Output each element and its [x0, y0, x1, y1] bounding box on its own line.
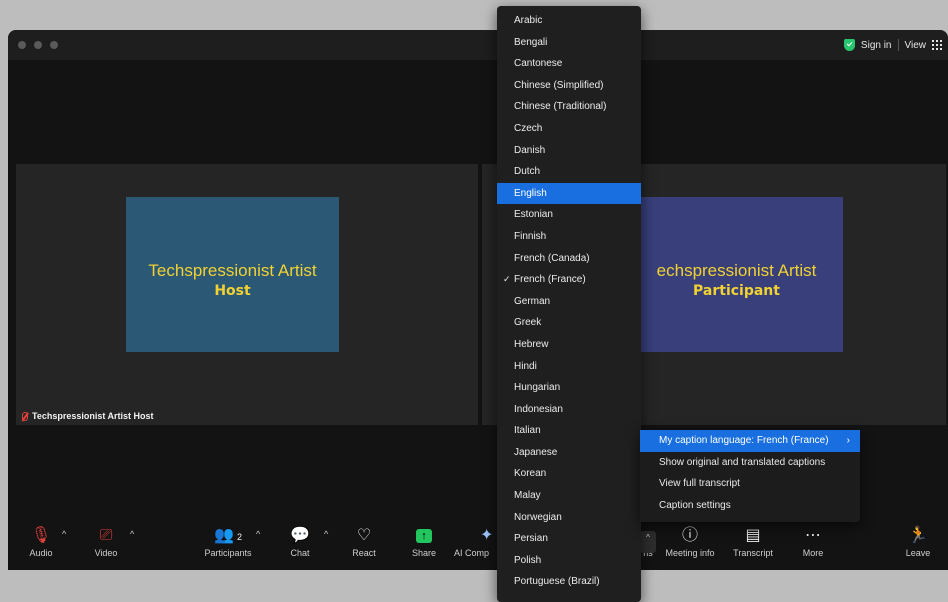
participants-button[interactable]: 👥 2 Participants	[198, 524, 258, 558]
participant-name: Techspressionist Artist Host	[32, 411, 154, 421]
language-option-estonian[interactable]: Estonian	[497, 204, 641, 226]
language-option-italian[interactable]: Italian	[497, 420, 641, 442]
more-button[interactable]: ⋯ More	[783, 524, 843, 558]
close-window-button[interactable]	[18, 41, 26, 49]
captions-menu: My caption language: French (France) › S…	[640, 430, 860, 522]
participants-count: 2	[236, 532, 242, 542]
mic-muted-icon	[22, 411, 28, 421]
grid-icon[interactable]	[932, 40, 942, 50]
language-option-chinese-simplified[interactable]: Chinese (Simplified)	[497, 75, 641, 97]
zoom-window-button[interactable]	[50, 41, 58, 49]
video-button[interactable]: ⎚ Video	[76, 524, 136, 558]
language-option-greek[interactable]: Greek	[497, 312, 641, 334]
language-option-dutch[interactable]: Dutch	[497, 161, 641, 183]
people-icon: 👥 2	[214, 527, 242, 544]
video-options-chevron-icon[interactable]: ^	[130, 529, 134, 539]
more-dots-icon: ⋯	[805, 527, 821, 544]
language-option-german[interactable]: German	[497, 291, 641, 313]
chat-button[interactable]: 💬 Chat	[270, 524, 330, 558]
language-option-polish[interactable]: Polish	[497, 550, 641, 572]
my-caption-language-item[interactable]: My caption language: French (France) ›	[640, 430, 860, 452]
caption-settings-item[interactable]: Caption settings	[640, 495, 860, 517]
video-tile-host[interactable]: Techspressionist Artist Host Techspressi…	[16, 164, 478, 425]
info-icon: ⓘ	[681, 527, 698, 544]
titlebar-actions: Sign in View	[843, 36, 942, 54]
language-option-japanese[interactable]: Japanese	[497, 442, 641, 464]
language-option-danish[interactable]: Danish	[497, 140, 641, 162]
show-original-translated-item[interactable]: Show original and translated captions	[640, 452, 860, 474]
language-option-korean[interactable]: Korean	[497, 463, 641, 485]
caption-language-menu: Arabic Bengali Cantonese Chinese (Simpli…	[497, 6, 641, 602]
slide-subtitle: Participant	[693, 283, 780, 299]
leave-button[interactable]: 🏃 Leave	[892, 524, 944, 558]
slide-subtitle: Host	[214, 283, 251, 299]
video-off-icon: ⎚	[99, 527, 113, 544]
language-option-portuguese-brazil[interactable]: Portuguese (Brazil)	[497, 571, 641, 593]
language-option-french-france[interactable]: ✓ French (France)	[497, 269, 641, 291]
chat-bubble-icon: 💬	[290, 527, 310, 544]
language-option-english[interactable]: English	[497, 182, 641, 205]
heart-icon: ♡	[356, 527, 372, 544]
language-option-cantonese[interactable]: Cantonese	[497, 53, 641, 75]
slide-title: Techspressionist Artist	[148, 261, 317, 280]
chevron-right-icon: ›	[846, 435, 850, 446]
minimize-window-button[interactable]	[34, 41, 42, 49]
participants-options-chevron-icon[interactable]: ^	[256, 529, 260, 539]
language-option-persian[interactable]: Persian	[497, 528, 641, 550]
language-option-hindi[interactable]: Hindi	[497, 356, 641, 378]
shared-slide-participant: echspressionist Artist Participant	[630, 197, 843, 352]
language-option-norwegian[interactable]: Norwegian	[497, 507, 641, 529]
view-full-transcript-item[interactable]: View full transcript	[640, 473, 860, 495]
language-option-malay[interactable]: Malay	[497, 485, 641, 507]
leave-icon: 🏃	[908, 527, 928, 544]
share-button[interactable]: Share	[394, 524, 454, 558]
language-option-finnish[interactable]: Finnish	[497, 226, 641, 248]
language-option-indonesian[interactable]: Indonesian	[497, 399, 641, 421]
view-button[interactable]: View	[905, 40, 927, 51]
shield-check-icon	[843, 39, 855, 51]
transcript-button[interactable]: ▤ Transcript	[723, 524, 783, 558]
transcript-icon: ▤	[745, 527, 761, 544]
audio-options-chevron-icon[interactable]: ^	[62, 529, 66, 539]
sign-in-link[interactable]: Sign in	[861, 40, 892, 51]
share-screen-icon	[394, 524, 454, 548]
divider	[897, 39, 899, 51]
meeting-info-button[interactable]: ⓘ Meeting info	[660, 524, 720, 558]
meeting-toolbar: 🎙 Audio ^ ⎚ Video ^ 👥 2 Participants ^ 💬 …	[8, 520, 948, 570]
chat-options-chevron-icon[interactable]: ^	[324, 529, 328, 539]
react-button[interactable]: ♡ React	[334, 524, 394, 558]
language-option-chinese-traditional[interactable]: Chinese (Traditional)	[497, 96, 641, 118]
language-option-french-canada[interactable]: French (Canada)	[497, 248, 641, 270]
shared-slide-host: Techspressionist Artist Host	[126, 197, 339, 352]
checkmark-icon: ✓	[503, 274, 511, 285]
language-option-czech[interactable]: Czech	[497, 118, 641, 140]
captions-options-chevron-icon[interactable]: ^	[640, 531, 656, 553]
language-option-arabic[interactable]: Arabic	[497, 10, 641, 32]
language-option-hebrew[interactable]: Hebrew	[497, 334, 641, 356]
title-bar: Sign in View	[8, 30, 948, 60]
slide-title: echspressionist Artist	[656, 261, 817, 280]
participant-name-label: Techspressionist Artist Host	[22, 411, 154, 421]
language-option-bengali[interactable]: Bengali	[497, 32, 641, 54]
language-option-hungarian[interactable]: Hungarian	[497, 377, 641, 399]
